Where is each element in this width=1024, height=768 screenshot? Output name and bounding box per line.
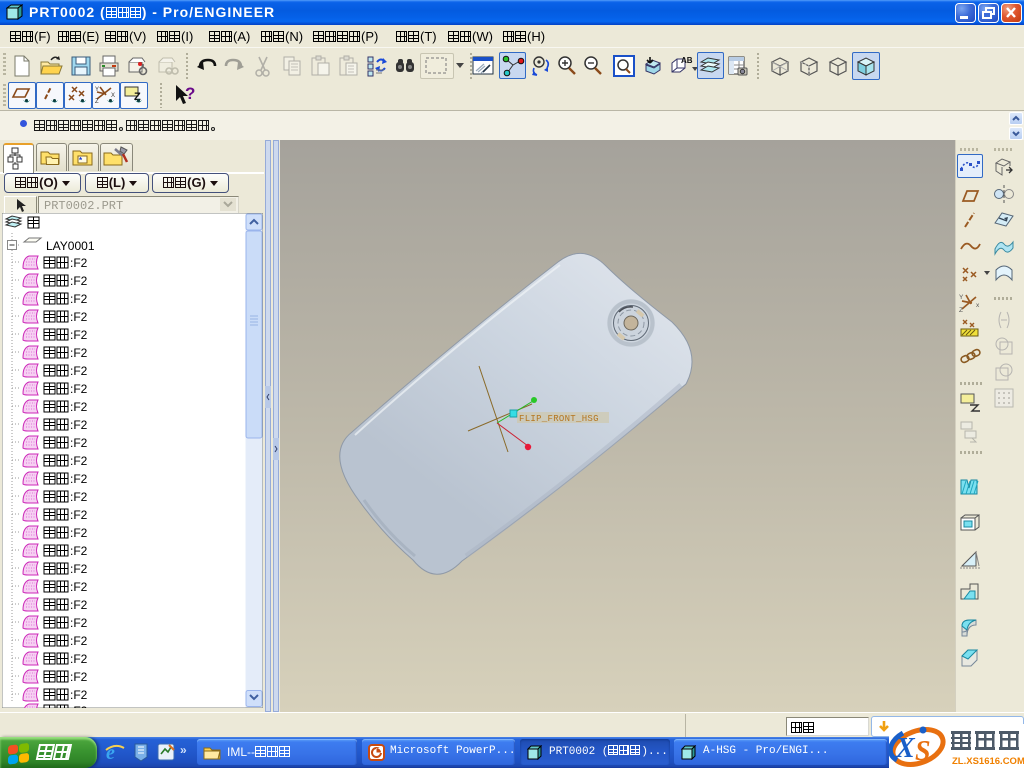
svg-text:Z: Z xyxy=(95,99,99,105)
svg-text:?: ? xyxy=(185,84,195,103)
svg-text:X: X xyxy=(111,93,115,99)
svg-text:S: S xyxy=(915,736,931,767)
svg-text:Y: Y xyxy=(959,294,964,301)
svg-text:AB: AB xyxy=(681,56,693,65)
svg-text:FLIP_FRONT_HSG: FLIP_FRONT_HSG xyxy=(519,414,599,424)
svg-text:X: X xyxy=(895,733,916,764)
svg-text:ZL.XS1616.COM: ZL.XS1616.COM xyxy=(952,756,1024,767)
svg-text:e: e xyxy=(106,742,115,763)
svg-text:x: x xyxy=(976,302,980,309)
svg-text:Z: Z xyxy=(959,307,963,314)
svg-text:Y: Y xyxy=(95,87,99,93)
svg-text:LAY0001: LAY0001 xyxy=(46,239,95,253)
